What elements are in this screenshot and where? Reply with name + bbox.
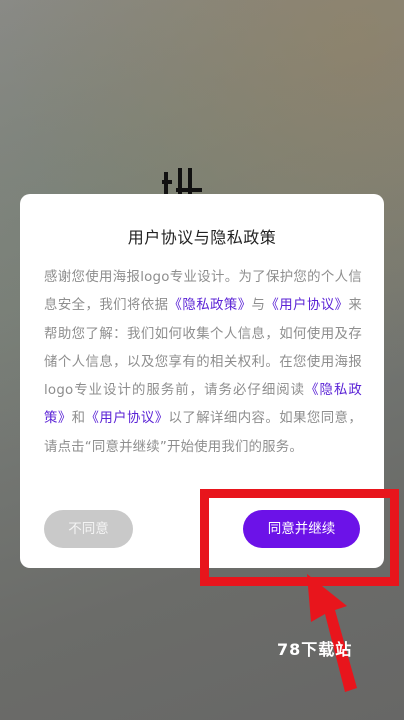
- dialog-title: 用户协议与隐私政策: [127, 228, 277, 247]
- user-agreement-link[interactable]: 《用户协议》: [265, 298, 348, 313]
- disagree-button[interactable]: 不同意: [44, 510, 133, 548]
- dialog-body-text: 感谢您使用海报logo专业设计。为了保护您的个人信息安全，我们将依据《隐私政策》…: [44, 264, 362, 462]
- pointer-arrow-icon: [307, 574, 357, 692]
- privacy-policy-link[interactable]: 《隐私政策》: [169, 298, 252, 313]
- body-text-segment: 与: [251, 298, 266, 314]
- body-text-segment: 和: [71, 411, 86, 427]
- watermark-text: 78下载站: [277, 640, 353, 659]
- user-agreement-link[interactable]: 《用户协议》: [86, 411, 169, 426]
